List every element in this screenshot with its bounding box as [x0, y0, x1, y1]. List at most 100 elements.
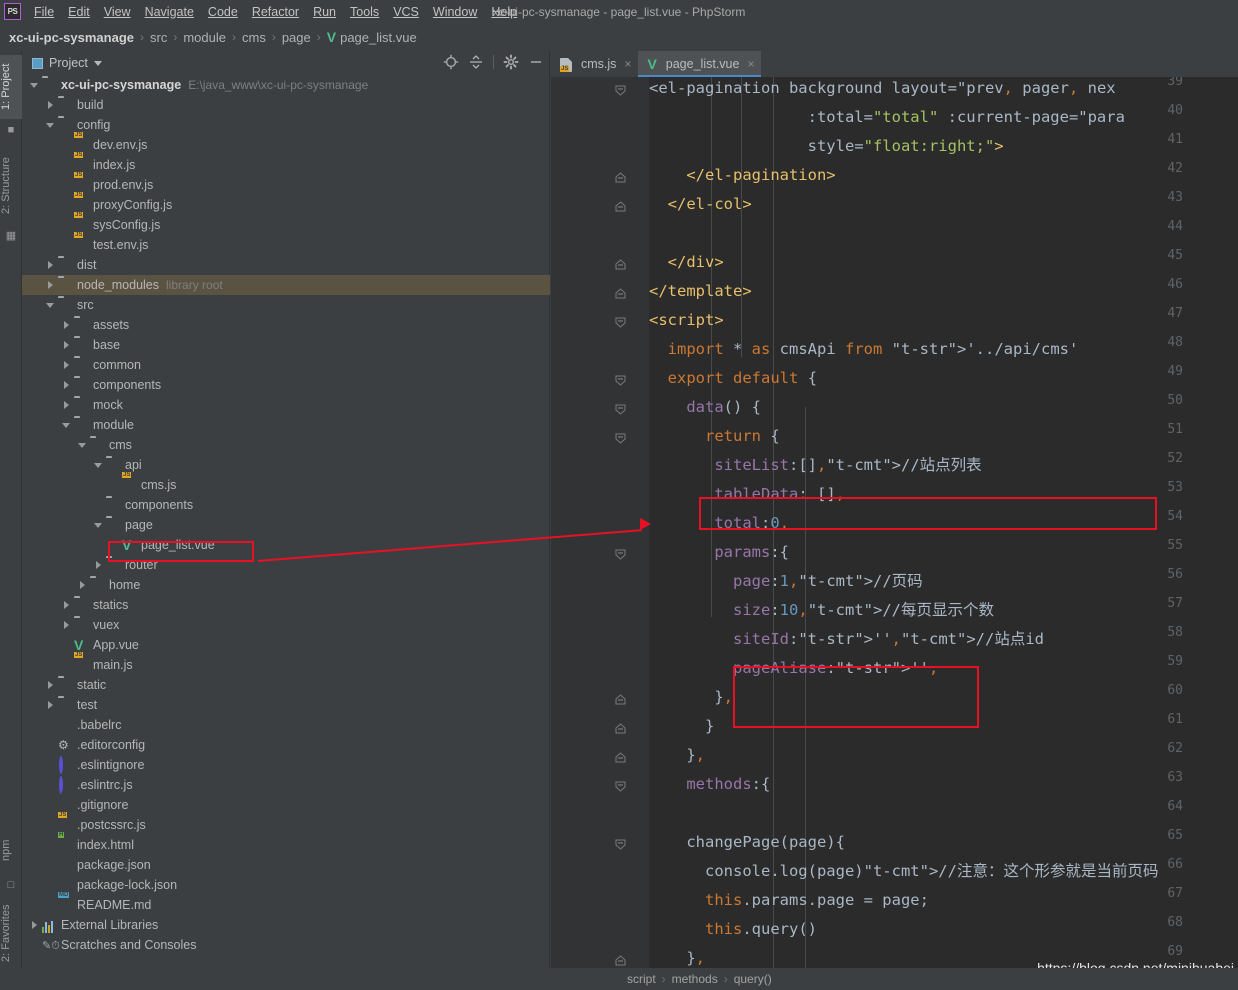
code-line[interactable]: this.query(): [649, 915, 817, 944]
tree-row-index-html[interactable]: Hindex.html: [22, 831, 550, 855]
status-crumb-script[interactable]: script: [627, 972, 656, 986]
code-line[interactable]: siteList:[],"t-cmt">//站点列表: [649, 451, 981, 480]
tree-row-node-modules[interactable]: node_modules library root: [22, 275, 550, 295]
code-line[interactable]: }: [649, 712, 714, 741]
code-line[interactable]: changePage(page){: [649, 828, 845, 857]
tree-row-page-list-vue[interactable]: Vpage_list.vue: [22, 535, 550, 555]
menu-view[interactable]: View: [97, 3, 138, 21]
tree-toggle-closed-icon[interactable]: [62, 600, 71, 610]
tree-toggle-closed-icon[interactable]: [46, 100, 55, 110]
tree-row-build[interactable]: build: [22, 95, 550, 115]
tree-row-package-lock-json[interactable]: package-lock.json: [22, 875, 550, 895]
breadcrumb-item-src[interactable]: src: [150, 30, 167, 45]
locate-icon[interactable]: [443, 54, 459, 70]
tree-row-scratches-and-consoles[interactable]: ✎⏱ Scratches and Consoles: [22, 935, 550, 955]
code-fold-expanded-icon[interactable]: [615, 431, 626, 444]
breadcrumb-item-page[interactable]: page: [282, 30, 311, 45]
tree-toggle-closed-icon[interactable]: [46, 680, 55, 690]
tree-row-cms[interactable]: cms: [22, 435, 550, 455]
tree-toggle-open-icon[interactable]: [78, 441, 87, 450]
tree-row--eslintrc-js[interactable]: .eslintrc.js: [22, 775, 550, 795]
editor-tab-page-list-vue[interactable]: V page_list.vue ×: [638, 51, 762, 77]
code-line[interactable]: console.log(page)"t-cmt">//注意：这个形参就是当前页码: [649, 857, 1158, 886]
tree-row-app-vue[interactable]: V App.vue: [22, 635, 550, 655]
tree-row-components[interactable]: components: [22, 495, 550, 515]
status-crumb-query[interactable]: query(): [734, 972, 772, 986]
tree-toggle-closed-icon[interactable]: [46, 280, 55, 290]
tree-row-proxyconfig-js[interactable]: JS proxyConfig.js: [22, 191, 550, 215]
menu-vcs[interactable]: VCS: [386, 3, 426, 21]
tree-toggle-open-icon[interactable]: [46, 301, 55, 310]
tree-row-sysconfig-js[interactable]: JS sysConfig.js: [22, 211, 550, 235]
status-crumb-methods[interactable]: methods: [672, 972, 718, 986]
tree-toggle-closed-icon[interactable]: [94, 560, 103, 570]
breadcrumb-item-cms[interactable]: cms: [242, 30, 266, 45]
tree-row-config[interactable]: config: [22, 115, 550, 135]
tree-row-main-js[interactable]: JS main.js: [22, 651, 550, 675]
tool-tab-favorites[interactable]: 2: Favorites: [0, 898, 22, 968]
close-icon[interactable]: ×: [624, 57, 631, 71]
tree-row-src[interactable]: src: [22, 295, 550, 315]
tree-row-page[interactable]: page: [22, 515, 550, 535]
tree-toggle-closed-icon[interactable]: [62, 360, 71, 370]
code-line[interactable]: </el-pagination>: [649, 161, 835, 190]
code-line[interactable]: data() {: [649, 393, 761, 422]
editor-tab-cms-js[interactable]: JS cms.js ×: [551, 51, 638, 77]
menu-help[interactable]: Help: [484, 3, 524, 21]
menu-file[interactable]: File: [27, 3, 61, 21]
tree-toggle-closed-icon[interactable]: [30, 920, 39, 930]
code-line[interactable]: <el-pagination background layout="prev, …: [649, 77, 1116, 103]
code-fold-region-icon[interactable]: [615, 286, 626, 299]
tree-row-test-env-js[interactable]: JS test.env.js: [22, 231, 550, 255]
breadcrumb-item-file[interactable]: page_list.vue: [340, 30, 417, 45]
code-fold-region-icon[interactable]: [615, 750, 626, 763]
tree-row--editorconfig[interactable]: ⚙ .editorconfig: [22, 735, 550, 755]
tree-row-vuex[interactable]: vuex: [22, 615, 550, 635]
code-line[interactable]: siteId:"t-str">'',"t-cmt">//站点id: [649, 625, 1044, 654]
tree-row-api[interactable]: api: [22, 455, 550, 475]
code-line[interactable]: size:10,"t-cmt">//每页显示个数: [649, 596, 994, 625]
tree-row--postcssrc-js[interactable]: JS .postcssrc.js: [22, 811, 550, 835]
tree-row-common[interactable]: common: [22, 355, 550, 375]
code-line[interactable]: page:1,"t-cmt">//页码: [649, 567, 923, 596]
tree-toggle-open-icon[interactable]: [30, 81, 39, 90]
tree-row-xc-ui-pc-sysmanage[interactable]: xc-ui-pc-sysmanage E:\java_www\xc-ui-pc-s…: [22, 75, 550, 95]
close-icon[interactable]: ×: [747, 57, 754, 71]
code-fold-region-icon[interactable]: [615, 953, 626, 966]
code-line[interactable]: this.params.page = page;: [649, 886, 929, 915]
code-line[interactable]: export default {: [649, 364, 817, 393]
code-fold-region-icon[interactable]: [615, 721, 626, 734]
tree-toggle-closed-icon[interactable]: [46, 700, 55, 710]
tree-toggle-closed-icon[interactable]: [46, 260, 55, 270]
code-line[interactable]: </el-col>: [649, 190, 752, 219]
tree-toggle-open-icon[interactable]: [94, 461, 103, 470]
code-fold-expanded-icon[interactable]: [615, 315, 626, 328]
menu-edit[interactable]: Edit: [61, 3, 97, 21]
code-fold-region-icon[interactable]: [615, 257, 626, 270]
tree-row--babelrc[interactable]: .babelrc: [22, 715, 550, 735]
project-file-tree[interactable]: xc-ui-pc-sysmanage E:\java_www\xc-ui-pc-s…: [22, 75, 550, 990]
menu-window[interactable]: Window: [426, 3, 484, 21]
code-fold-expanded-icon[interactable]: [615, 83, 626, 96]
code-viewport[interactable]: 39 40 41 42 43 44 45 46 47 48 49 50 51 52 53 54 55 56 57 58…: [551, 77, 1238, 990]
code-line[interactable]: :total="total" :current-page="para: [649, 103, 1125, 132]
tree-toggle-closed-icon[interactable]: [62, 340, 71, 350]
menu-tools[interactable]: Tools: [343, 3, 386, 21]
menu-code[interactable]: Code: [201, 3, 245, 21]
tree-row-statics[interactable]: statics: [22, 595, 550, 615]
menu-refactor[interactable]: Refactor: [245, 3, 306, 21]
code-line[interactable]: params:{: [649, 538, 789, 567]
tree-row-components[interactable]: components: [22, 375, 550, 395]
code-fold-expanded-icon[interactable]: [615, 373, 626, 386]
tool-tab-npm[interactable]: npm: [0, 828, 22, 872]
tree-row-external-libraries[interactable]: External Libraries: [22, 915, 550, 935]
code-fold-expanded-icon[interactable]: [615, 779, 626, 792]
code-line[interactable]: return {: [649, 422, 780, 451]
code-line[interactable]: },: [649, 741, 705, 770]
tool-tab-structure[interactable]: 2: Structure: [0, 147, 22, 225]
tree-toggle-closed-icon[interactable]: [78, 580, 87, 590]
tree-row-static[interactable]: static: [22, 675, 550, 695]
tree-toggle-closed-icon[interactable]: [62, 400, 71, 410]
tree-toggle-closed-icon[interactable]: [62, 320, 71, 330]
code-line[interactable]: <script>: [649, 306, 724, 335]
